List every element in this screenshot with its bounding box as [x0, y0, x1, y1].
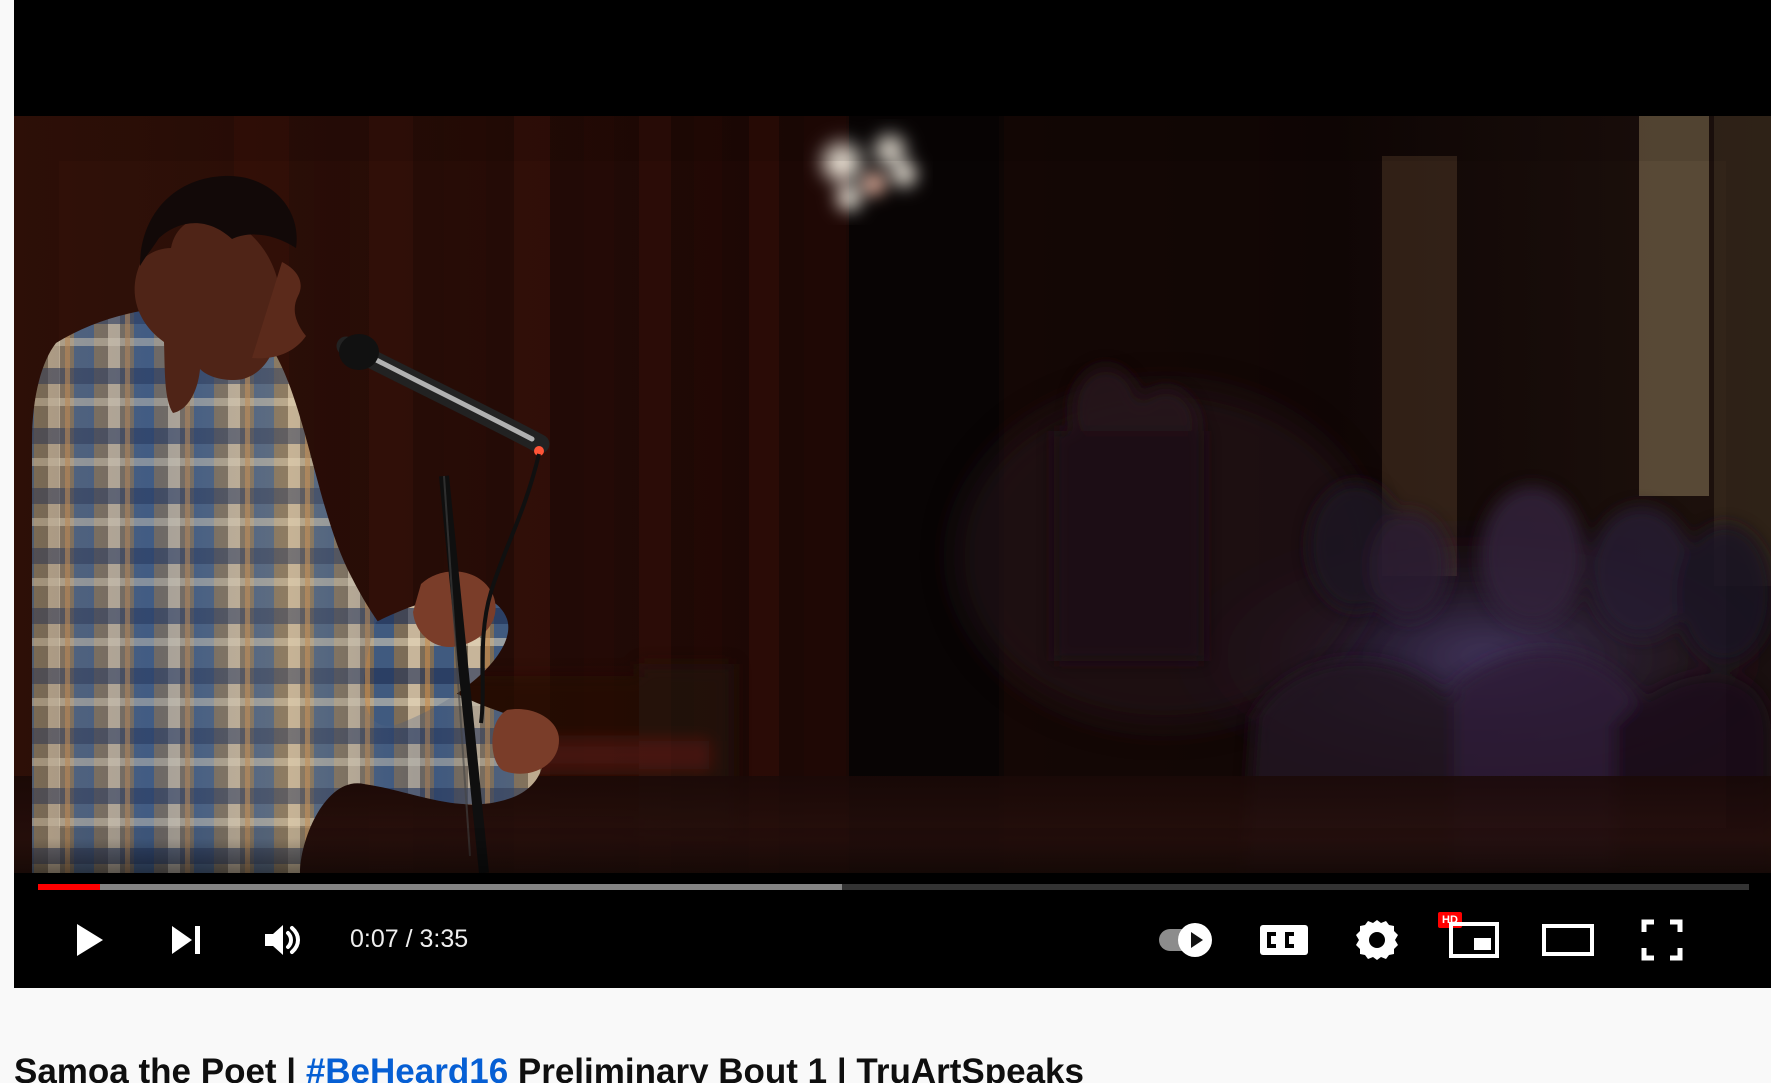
autoplay-toggle-icon [1156, 912, 1226, 968]
time-display: 0:07 / 3:35 [350, 922, 468, 956]
theater-mode-button[interactable] [1533, 912, 1603, 968]
volume-icon [260, 918, 304, 962]
fullscreen-button[interactable] [1627, 912, 1697, 968]
theater-mode-icon [1538, 916, 1598, 964]
miniplayer-button[interactable] [1439, 912, 1509, 968]
video-frame[interactable] [14, 116, 1771, 873]
video-player[interactable]: 0:07 / 3:35 HD [14, 0, 1771, 988]
loaded-progress [38, 884, 843, 890]
miniplayer-icon [1445, 916, 1503, 964]
next-button[interactable] [160, 915, 212, 965]
hashtag-link[interactable]: #BeHeard16 [306, 1052, 508, 1083]
title-suffix: Preliminary Bout 1 | TruArtSpeaks [508, 1052, 1084, 1083]
captions-button[interactable] [1249, 912, 1319, 968]
video-scene-image [14, 116, 1771, 873]
next-icon [164, 918, 208, 962]
play-icon [67, 918, 111, 962]
played-progress [38, 884, 100, 890]
autoplay-toggle[interactable] [1156, 912, 1226, 968]
mute-button[interactable] [256, 915, 308, 965]
duration: 3:35 [419, 925, 469, 953]
gear-icon [1352, 915, 1402, 965]
progress-bar[interactable] [38, 884, 1749, 890]
time-separator: / [405, 925, 413, 953]
video-title: Samoa the Poet | #BeHeard16 Preliminary … [14, 1050, 1754, 1083]
settings-button[interactable] [1342, 912, 1412, 968]
fullscreen-icon [1636, 914, 1688, 966]
title-prefix: Samoa the Poet | [14, 1052, 306, 1083]
play-button[interactable] [63, 915, 115, 965]
captions-icon [1255, 916, 1313, 964]
current-time: 0:07 [350, 925, 399, 953]
watch-page: 0:07 / 3:35 HD Samoa the Poet | #BeHeard… [0, 0, 1771, 1083]
